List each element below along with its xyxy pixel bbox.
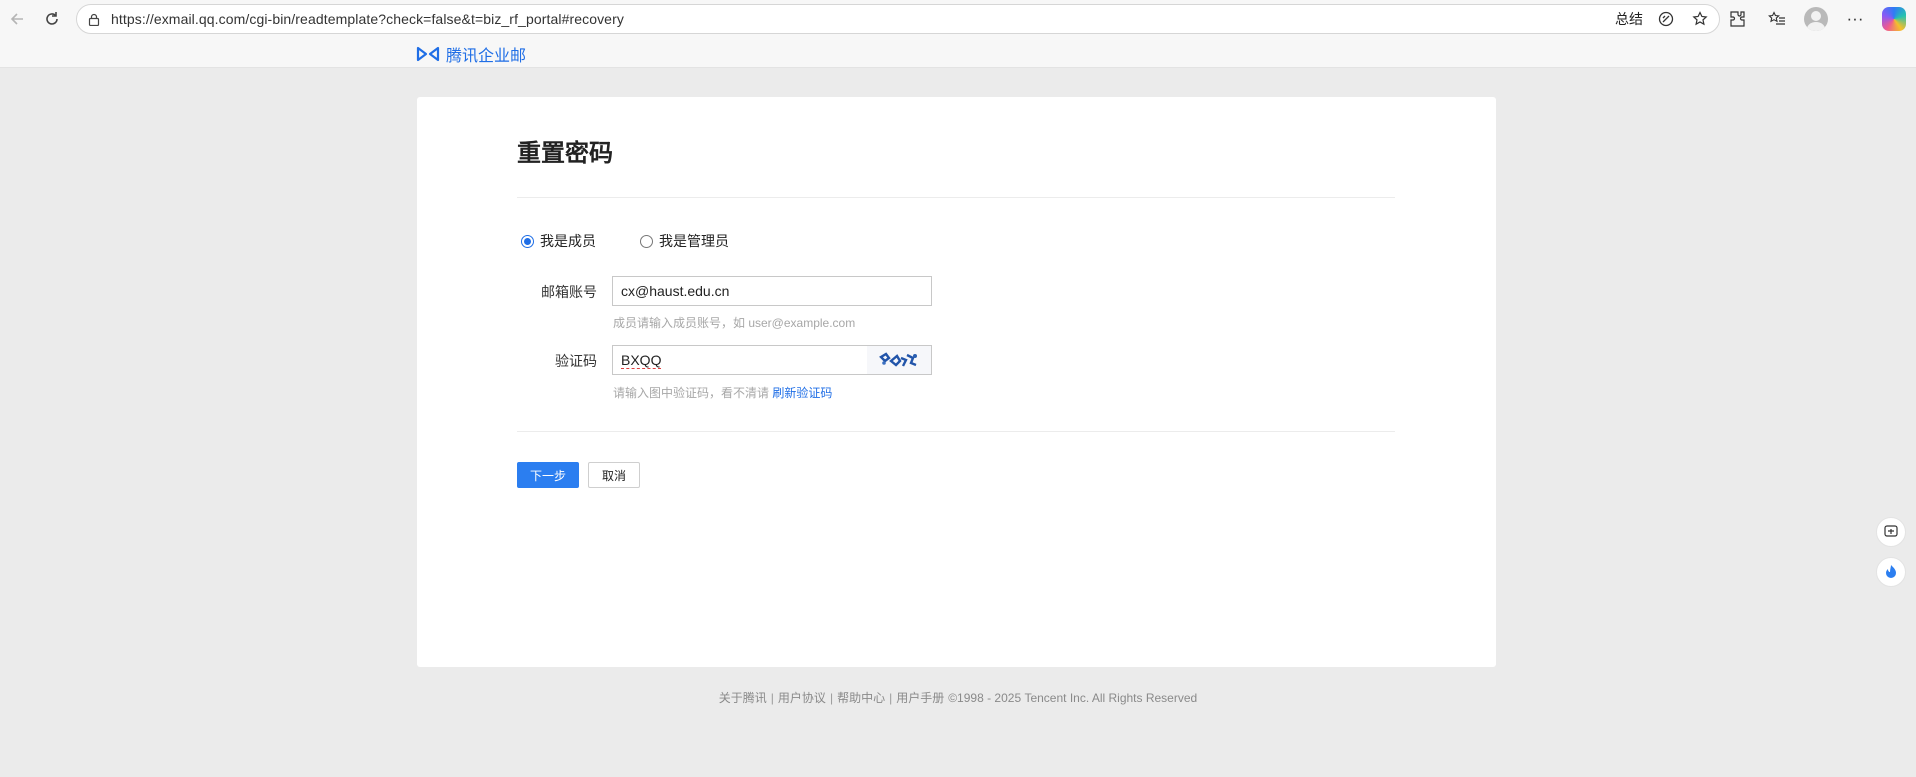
radio-admin[interactable]: 我是管理员 — [640, 231, 729, 251]
footer-link-manual[interactable]: 用户手册 — [896, 691, 944, 705]
role-radio-group: 我是成员 我是管理员 — [521, 231, 773, 251]
footer-separator: | — [889, 691, 893, 705]
address-bar[interactable]: https://exmail.qq.com/cgi-bin/readtempla… — [76, 4, 1720, 34]
footer-link-help[interactable]: 帮助中心 — [837, 691, 885, 705]
captcha-hint-text: 请输入图中验证码，看不清请 — [613, 386, 770, 400]
captcha-label: 验证码 — [555, 353, 597, 369]
radio-admin-circle[interactable] — [640, 234, 653, 248]
captcha-hint: 请输入图中验证码，看不清请 刷新验证码 — [613, 384, 832, 401]
extensions-icon[interactable] — [1724, 6, 1750, 32]
email-hint: 成员请输入成员账号，如 user@example.com — [613, 316, 856, 330]
footer-separator: | — [829, 691, 834, 705]
site-header: 腾讯企业邮 — [0, 38, 1916, 68]
footer-link-about[interactable]: 关于腾讯 — [719, 691, 767, 705]
refresh-captcha-link[interactable]: 刷新验证码 — [772, 386, 832, 400]
email-value: cx@haust.edu.cn — [621, 283, 730, 299]
lock-icon[interactable] — [87, 12, 101, 26]
reset-password-card: 重置密码 我是成员 我是管理员 邮箱账号 cx@haust.edu.cn 成员请… — [417, 97, 1496, 667]
radio-member[interactable]: 我是成员 — [521, 231, 596, 251]
reading-icon[interactable] — [1655, 8, 1677, 30]
refresh-icon[interactable] — [35, 2, 69, 36]
next-button[interactable]: 下一步 — [517, 462, 579, 488]
form-divider — [517, 431, 1395, 432]
star-icon[interactable] — [1689, 8, 1711, 30]
tencent-exmail-icon — [416, 46, 440, 62]
email-field[interactable]: cx@haust.edu.cn — [612, 276, 932, 306]
captcha-value: BXQQ — [621, 351, 662, 369]
favorites-icon[interactable] — [1764, 6, 1790, 32]
footer-link-terms[interactable]: 用户协议 — [778, 691, 826, 705]
profile-avatar[interactable] — [1804, 7, 1828, 31]
cancel-button[interactable]: 取消 — [588, 462, 640, 488]
brand-name: 腾讯企业邮 — [446, 48, 527, 65]
footer: 关于腾讯 | 用户协议 | 帮助中心 | 用户手册 ©1998 - 2025 Tencent … — [0, 689, 1916, 706]
brand-logo[interactable]: 腾讯企业邮 — [416, 42, 526, 66]
radio-admin-label: 我是管理员 — [659, 233, 729, 249]
back-icon[interactable] — [0, 2, 34, 36]
radio-member-circle[interactable] — [521, 234, 534, 248]
more-icon[interactable]: ··· — [1842, 6, 1868, 32]
summary-label[interactable]: 总结 — [1615, 9, 1643, 29]
url-text[interactable]: https://exmail.qq.com/cgi-bin/readtempla… — [111, 11, 624, 27]
copilot-icon[interactable] — [1882, 7, 1906, 31]
radio-member-label: 我是成员 — [540, 233, 596, 249]
footer-separator: | — [770, 691, 774, 705]
page-title: 重置密码 — [517, 140, 613, 167]
translate-float-icon[interactable] — [1876, 517, 1906, 547]
footer-copyright: ©1998 - 2025 Tencent Inc. All Rights Res… — [948, 691, 1198, 705]
title-divider — [517, 197, 1395, 198]
browser-toolbar: https://exmail.qq.com/cgi-bin/readtempla… — [0, 0, 1916, 38]
captcha-image[interactable] — [867, 346, 931, 374]
assistant-float-icon[interactable] — [1876, 557, 1906, 587]
email-label: 邮箱账号 — [541, 284, 597, 300]
